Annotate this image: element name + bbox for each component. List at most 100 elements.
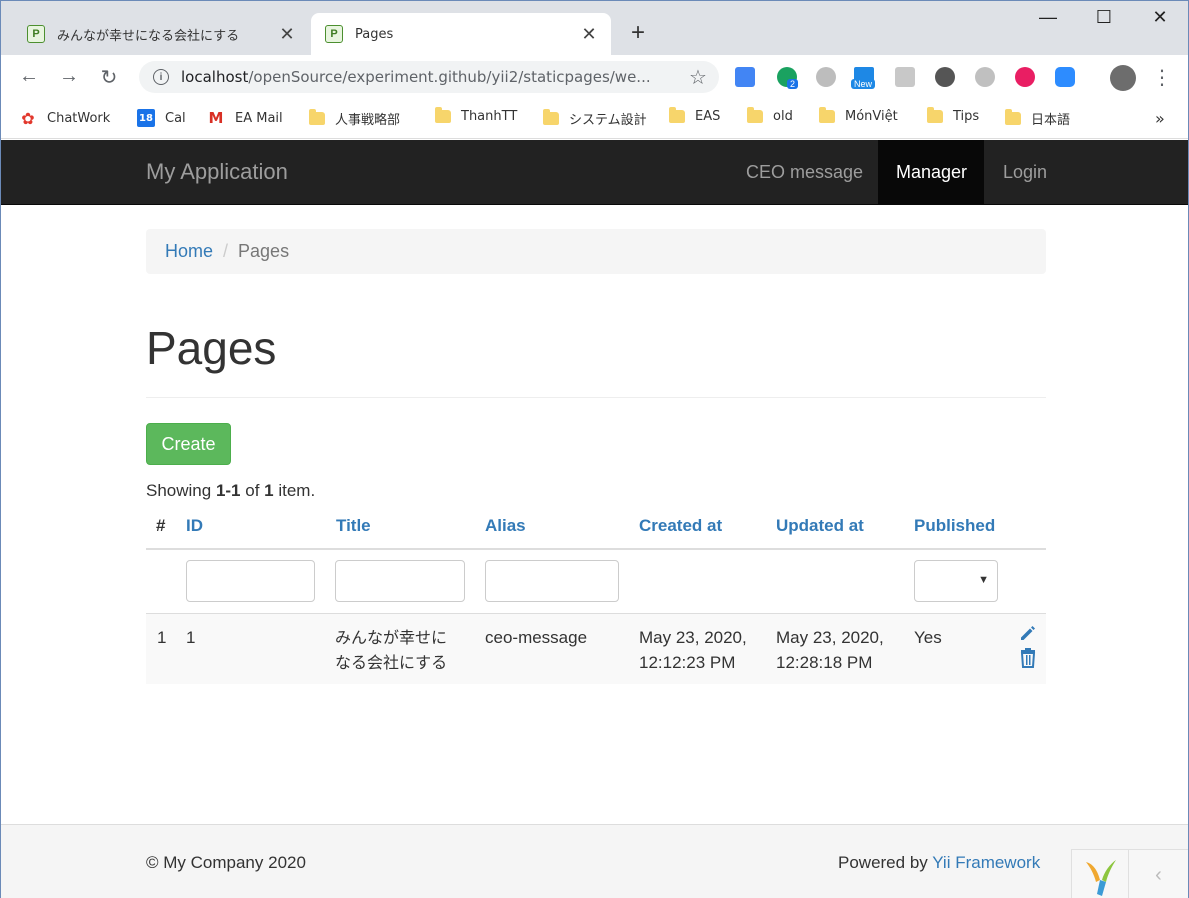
delete-trash-icon[interactable] — [1017, 647, 1039, 674]
nav-link-login[interactable]: Login — [985, 140, 1065, 204]
bookmark-folder[interactable]: MónViệt — [819, 107, 898, 124]
more-bookmarks-icon[interactable]: » — [1155, 109, 1165, 128]
debug-toolbar-toggle-icon[interactable]: ‹ — [1129, 849, 1188, 898]
bookmark-star-icon[interactable]: ☆ — [683, 65, 713, 90]
maximize-window-icon[interactable]: ☐ — [1089, 7, 1119, 28]
column-header-created-at[interactable]: Created at — [639, 516, 722, 536]
bookmarks-bar: ✿ ChatWork 18 Cal M EA Mail 人事戦略部 ThanhTT シ… — [1, 99, 1188, 139]
chatwork-icon: ✿ — [21, 108, 35, 128]
yii-framework-link[interactable]: Yii Framework — [932, 853, 1040, 872]
forward-arrow-icon[interactable]: → — [57, 65, 81, 88]
footer-copyright: © My Company 2020 — [146, 853, 306, 872]
profile-avatar[interactable] — [1110, 65, 1136, 91]
powered-by-text: Powered by — [838, 853, 933, 872]
app-navbar: My Application CEO message Manager Login — [1, 140, 1188, 205]
url-path: /openSource/experiment.github/yii2/stati… — [248, 68, 651, 86]
yii-debug-logo-icon[interactable] — [1071, 849, 1129, 898]
url-host: localhost — [181, 68, 249, 86]
gmail-icon: M — [208, 109, 224, 127]
bookmark-ea-mail[interactable]: M EA Mail — [207, 109, 283, 127]
cell-title-line: なる会社にする — [335, 653, 448, 672]
bookmark-label: ThanhTT — [461, 109, 518, 124]
bookmark-chatwork[interactable]: ✿ ChatWork — [19, 108, 111, 128]
summary-range: 1-1 — [215, 481, 241, 500]
dark-mode-extension-icon[interactable] — [935, 67, 955, 87]
app-brand[interactable]: My Application — [146, 159, 288, 185]
filter-alias-input[interactable] — [485, 560, 619, 602]
close-tab-icon[interactable]: ✕ — [277, 24, 297, 45]
browser-tab-pages[interactable]: P Pages ✕ — [311, 13, 611, 55]
eye-extension-icon[interactable] — [1015, 67, 1035, 87]
column-header-updated-at[interactable]: Updated at — [776, 516, 864, 536]
new-tab-button[interactable]: + — [625, 19, 651, 47]
filter-published-select[interactable]: ▼ — [914, 560, 998, 602]
bookmark-cal[interactable]: 18 Cal — [137, 109, 186, 127]
cell-updated-at: May 23, 2020, 12:28:18 PM — [776, 625, 884, 675]
zoom-extension-icon[interactable] — [1055, 67, 1075, 87]
column-header-id[interactable]: ID — [186, 516, 203, 536]
close-tab-icon[interactable]: ✕ — [579, 24, 599, 45]
page-footer: © My Company 2020 Powered by Yii Framewo… — [1, 824, 1188, 898]
nav-link-manager[interactable]: Manager — [878, 140, 984, 204]
minimize-window-icon[interactable]: — — [1033, 7, 1063, 28]
breadcrumb-home-link[interactable]: Home — [165, 241, 213, 262]
summary-prefix: Showing — [146, 481, 216, 500]
bookmark-label: EAS — [695, 109, 721, 124]
bookmark-label: Cal — [165, 110, 186, 126]
cell-created-line: May 23, 2020, — [639, 628, 747, 647]
bookmark-label: MónViệt — [845, 109, 898, 124]
yii-favicon-icon: P — [325, 25, 343, 43]
filter-title-input[interactable] — [335, 560, 465, 602]
folder-icon — [435, 107, 451, 123]
address-bar[interactable]: i localhost/openSource/experiment.github… — [139, 61, 719, 93]
translate-extension-icon[interactable] — [735, 67, 755, 87]
filter-id-input[interactable] — [186, 560, 315, 602]
bookmark-folder[interactable]: EAS — [669, 107, 721, 124]
footer-powered-by: Powered by Yii Framework — [838, 853, 1040, 873]
browser-tab-ceo-message[interactable]: P みんなが幸せになる会社にする ✕ — [13, 13, 309, 55]
summary-total: 1 — [264, 481, 274, 500]
yii-favicon-icon: P — [27, 25, 45, 43]
close-window-icon[interactable]: ✕ — [1145, 7, 1175, 28]
header-divider — [146, 548, 1046, 550]
dropdown-caret-icon: ▼ — [978, 574, 989, 586]
folder-icon — [309, 109, 325, 125]
tab-title: みんなが幸せになる会社にする — [57, 28, 240, 44]
bookmark-folder[interactable]: old — [747, 107, 793, 124]
browser-menu-icon[interactable]: ⋮ — [1150, 65, 1174, 90]
grid-summary: Showing 1-1 of 1 item. — [146, 481, 315, 501]
video-extension-icon[interactable] — [816, 67, 836, 87]
folder-icon — [747, 107, 763, 123]
cell-title: みんなが幸せに なる会社にする — [335, 625, 447, 675]
bookmark-folder[interactable]: システム設計 — [543, 109, 647, 128]
shortcut-extension-icon[interactable] — [975, 67, 995, 87]
edit-pencil-icon[interactable] — [1017, 623, 1039, 648]
column-header-published[interactable]: Published — [914, 516, 995, 536]
column-header-alias[interactable]: Alias — [485, 516, 526, 536]
back-arrow-icon[interactable]: ← — [17, 65, 41, 88]
reload-icon[interactable]: ↻ — [97, 65, 121, 90]
nav-link-ceo-message[interactable]: CEO message — [728, 140, 881, 204]
title-divider — [146, 397, 1046, 398]
create-button[interactable]: Create — [146, 423, 231, 465]
folder-icon — [1005, 109, 1021, 125]
column-header-title[interactable]: Title — [336, 516, 371, 536]
cell-updated-line: May 23, 2020, — [776, 628, 884, 647]
bookmark-label: ChatWork — [47, 110, 111, 126]
bookmark-label: Tips — [953, 109, 980, 124]
bookmark-folder[interactable]: 人事戦略部 — [309, 109, 400, 128]
tab-title: Pages — [355, 26, 394, 42]
cell-updated-line: 12:28:18 PM — [776, 653, 873, 672]
bookmark-label: old — [773, 109, 793, 124]
site-info-icon[interactable]: i — [153, 69, 169, 85]
new-badge: New — [851, 79, 876, 89]
bookmark-label: 日本語 — [1031, 113, 1071, 128]
notification-count-badge: 2 — [787, 79, 799, 89]
cell-created-line: 12:12:23 PM — [639, 653, 736, 672]
cast-extension-icon[interactable] — [895, 67, 915, 87]
bookmark-folder[interactable]: 日本語 — [1005, 109, 1070, 128]
bookmark-folder[interactable]: Tips — [927, 107, 980, 124]
folder-icon — [669, 107, 685, 123]
summary-mid: of — [240, 481, 265, 500]
bookmark-folder[interactable]: ThanhTT — [435, 107, 518, 124]
